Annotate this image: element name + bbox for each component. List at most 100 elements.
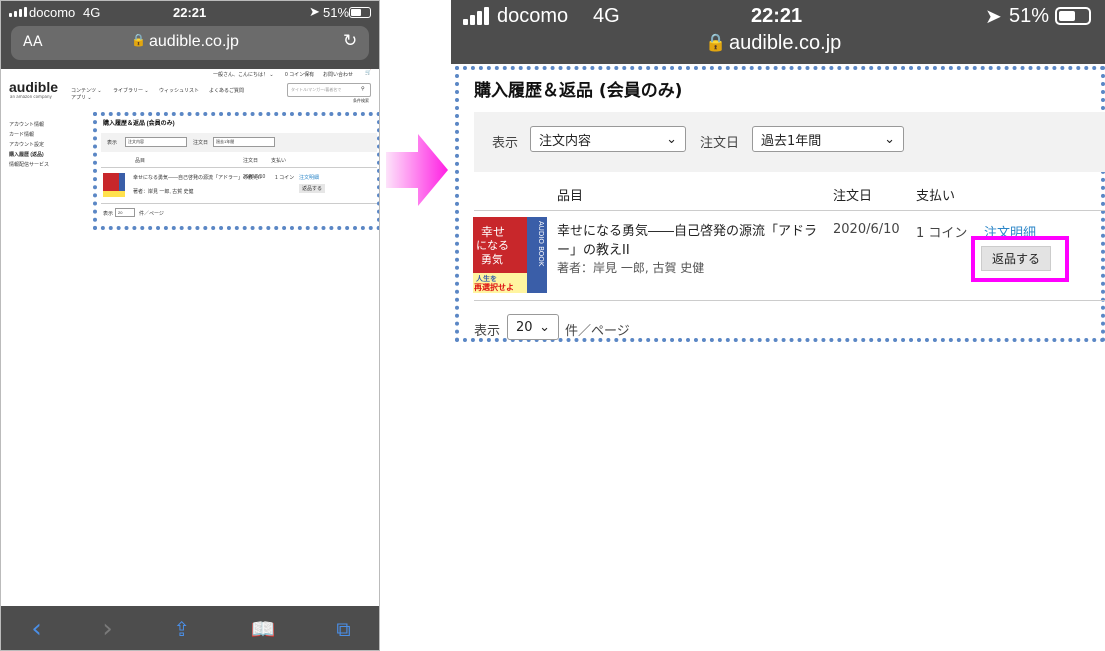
share-icon[interactable]: ⇪ xyxy=(173,617,190,641)
help-link[interactable]: お問い合わせ xyxy=(323,71,353,78)
chevron-down-icon: ⌄ xyxy=(884,131,895,147)
zoomed-battery-icon xyxy=(1055,7,1091,25)
table-divider xyxy=(474,210,1105,211)
mini-date-label: 注文日 xyxy=(193,140,209,146)
mini-filter-label: 表示 xyxy=(107,140,118,146)
advanced-search-link[interactable]: 条件検索 xyxy=(353,98,369,104)
mini-payment: 1 コイン xyxy=(275,175,295,181)
browser-toolbar: ‹ › ⇪ 📖 ⧉ xyxy=(1,606,379,650)
phone-screenshot: docomo 4G 22:21 ➤ 51% AA 🔒 audible.co.jp… xyxy=(0,0,380,651)
cover-band-text-2: 再選択せよ xyxy=(474,283,514,292)
zoomed-signal-icon xyxy=(463,7,489,25)
mini-title: 購入履歴＆返品 (会員のみ) xyxy=(103,121,175,127)
carrier: docomo xyxy=(29,5,76,20)
tabs-icon[interactable]: ⧉ xyxy=(336,617,350,641)
arrow-icon xyxy=(386,134,448,206)
column-date: 注文日 xyxy=(833,189,873,204)
order-date: 2020/6/10 xyxy=(833,222,900,237)
cart-icon[interactable]: 🛒 xyxy=(365,70,371,76)
mini-book-cover[interactable] xyxy=(103,173,125,197)
back-icon[interactable]: ‹ xyxy=(31,614,41,644)
sidebar-purchase-history[interactable]: 購入履歴 (返品) xyxy=(9,151,44,158)
mini-col-date: 注文日 xyxy=(243,158,259,164)
mini-author: 著者：岸見 一郎, 古賀 史健 xyxy=(133,189,194,195)
status-bar: docomo 4G 22:21 ➤ 51% AA 🔒 audible.co.jp… xyxy=(1,1,379,69)
battery-icon xyxy=(349,7,371,18)
forward-icon[interactable]: › xyxy=(102,614,112,644)
chevron-down-icon: ⌄ xyxy=(666,131,677,147)
url-text[interactable]: audible.co.jp xyxy=(149,33,239,51)
mini-filter-bar: 表示 注文内容 注文日 過去1年間 xyxy=(101,133,377,152)
nav-wishlist[interactable]: ウィッシュリスト xyxy=(159,87,199,94)
per-page-suffix: 件／ページ xyxy=(565,324,630,339)
zoomed-network: 4G xyxy=(593,5,620,27)
return-button[interactable]: 返品する xyxy=(981,246,1052,271)
mini-date-select[interactable]: 過去1年間 xyxy=(213,137,275,147)
zoomed-status-bar: docomo 4G 22:21 ➤ 51% 🔒 audible.co.jp xyxy=(451,0,1105,64)
mini-perpage-suffix: 件／ページ xyxy=(139,211,164,217)
book-title[interactable]: 幸せになる勇気――自己啓発の源流「アドラー」の教えII xyxy=(557,222,823,260)
sidebar-account-info[interactable]: アカウント情報 xyxy=(9,121,44,128)
zoom-source-region: 購入履歴＆返品 (会員のみ) 表示 注文内容 注文日 過去1年間 品目 注文日 … xyxy=(93,112,379,230)
column-payment: 支払い xyxy=(916,189,956,204)
lock-icon: 🔒 xyxy=(131,33,146,47)
zoomed-url-text[interactable]: audible.co.jp xyxy=(729,32,841,55)
mini-perpage-label: 表示 xyxy=(103,211,114,217)
sidebar-card-info[interactable]: カード情報 xyxy=(9,131,34,138)
audible-logo[interactable]: audible xyxy=(9,79,58,95)
battery-percent: 51% xyxy=(323,5,350,20)
zoomed-clock: 22:21 xyxy=(751,5,803,27)
sidebar-account-settings[interactable]: アカウント設定 xyxy=(9,141,44,148)
coin-info[interactable]: 0 コイン保有 xyxy=(285,71,314,78)
logo-sub: an amazon company xyxy=(10,94,52,99)
book-author: 著者：岸見 一郎, 古賀 史健 xyxy=(557,261,705,275)
nav-library[interactable]: ライブラリー ⌄ xyxy=(113,87,149,94)
reload-icon[interactable]: ↻ xyxy=(343,31,357,51)
cover-text-3: 勇気 xyxy=(481,253,503,266)
per-page-select[interactable]: 20 ⌄ xyxy=(507,314,559,340)
chevron-down-icon: ⌄ xyxy=(539,319,550,335)
column-item: 品目 xyxy=(557,189,584,204)
mini-filter-select[interactable]: 注文内容 xyxy=(125,137,187,147)
per-page-label: 表示 xyxy=(474,324,501,339)
mini-col-item: 品目 xyxy=(135,158,146,164)
mini-book-title[interactable]: 幸せになる勇気――自己啓発の源流「アドラー」の教えII xyxy=(133,174,261,181)
greeting[interactable]: 一般さん、こんにちは！ ⌄ xyxy=(213,71,274,78)
mini-return-button[interactable]: 返品する xyxy=(299,184,326,193)
search-placeholder: タイトル/マンガー/著者名で xyxy=(291,87,342,92)
clock: 22:21 xyxy=(173,5,207,20)
date-select-value: 過去1年間 xyxy=(761,133,822,149)
nav-content[interactable]: コンテンツ ⌄ xyxy=(71,87,102,94)
nav-apps[interactable]: アプリ ⌄ xyxy=(71,94,92,101)
book-cover[interactable]: AUDIO BOOK 幸せ になる 勇気 人生を 再選択せよ xyxy=(473,217,547,293)
mini-col-payment: 支払い xyxy=(271,158,287,164)
per-page-value: 20 xyxy=(516,319,533,335)
mini-divider-2 xyxy=(101,203,377,204)
cover-side-text: AUDIO BOOK xyxy=(537,221,545,267)
zoomed-location-icon: ➤ xyxy=(985,6,1002,28)
date-select[interactable]: 過去1年間 ⌄ xyxy=(752,126,904,152)
zoomed-battery-percent: 51% xyxy=(1009,5,1050,27)
location-icon: ➤ xyxy=(309,4,320,19)
payment-value: 1 コイン xyxy=(916,226,968,241)
address-bar[interactable]: AA 🔒 audible.co.jp ↻ xyxy=(11,26,369,60)
table-divider-2 xyxy=(474,300,1105,301)
cover-band: 人生を 再選択せよ xyxy=(473,273,527,293)
bookmarks-icon[interactable]: 📖 xyxy=(251,617,276,641)
search-input[interactable]: タイトル/マンガー/著者名で ⚲ xyxy=(287,83,371,97)
mini-date: 2020/6/10 xyxy=(243,174,266,180)
search-icon[interactable]: ⚲ xyxy=(361,86,365,92)
nav-faq[interactable]: よくあるご質問 xyxy=(209,87,244,94)
zoomed-region: 購入履歴＆返品 (会員のみ) 表示 注文内容 ⌄ 注文日 過去1年間 ⌄ 品目 … xyxy=(455,66,1105,342)
mini-detail-link[interactable]: 注文明細 xyxy=(299,174,319,181)
filter-select-value: 注文内容 xyxy=(539,133,592,149)
zoomed-carrier: docomo xyxy=(497,5,569,27)
mini-divider xyxy=(101,167,377,168)
text-size-button[interactable]: AA xyxy=(23,34,43,50)
network: 4G xyxy=(83,5,101,20)
page-title: 購入履歴＆返品 (会員のみ) xyxy=(474,81,683,101)
filter-select[interactable]: 注文内容 ⌄ xyxy=(530,126,686,152)
mini-perpage-select[interactable]: 20 xyxy=(115,208,135,217)
zoomed-lock-icon: 🔒 xyxy=(705,33,727,53)
sidebar-newsletter[interactable]: 情報配信サービス xyxy=(9,161,49,168)
